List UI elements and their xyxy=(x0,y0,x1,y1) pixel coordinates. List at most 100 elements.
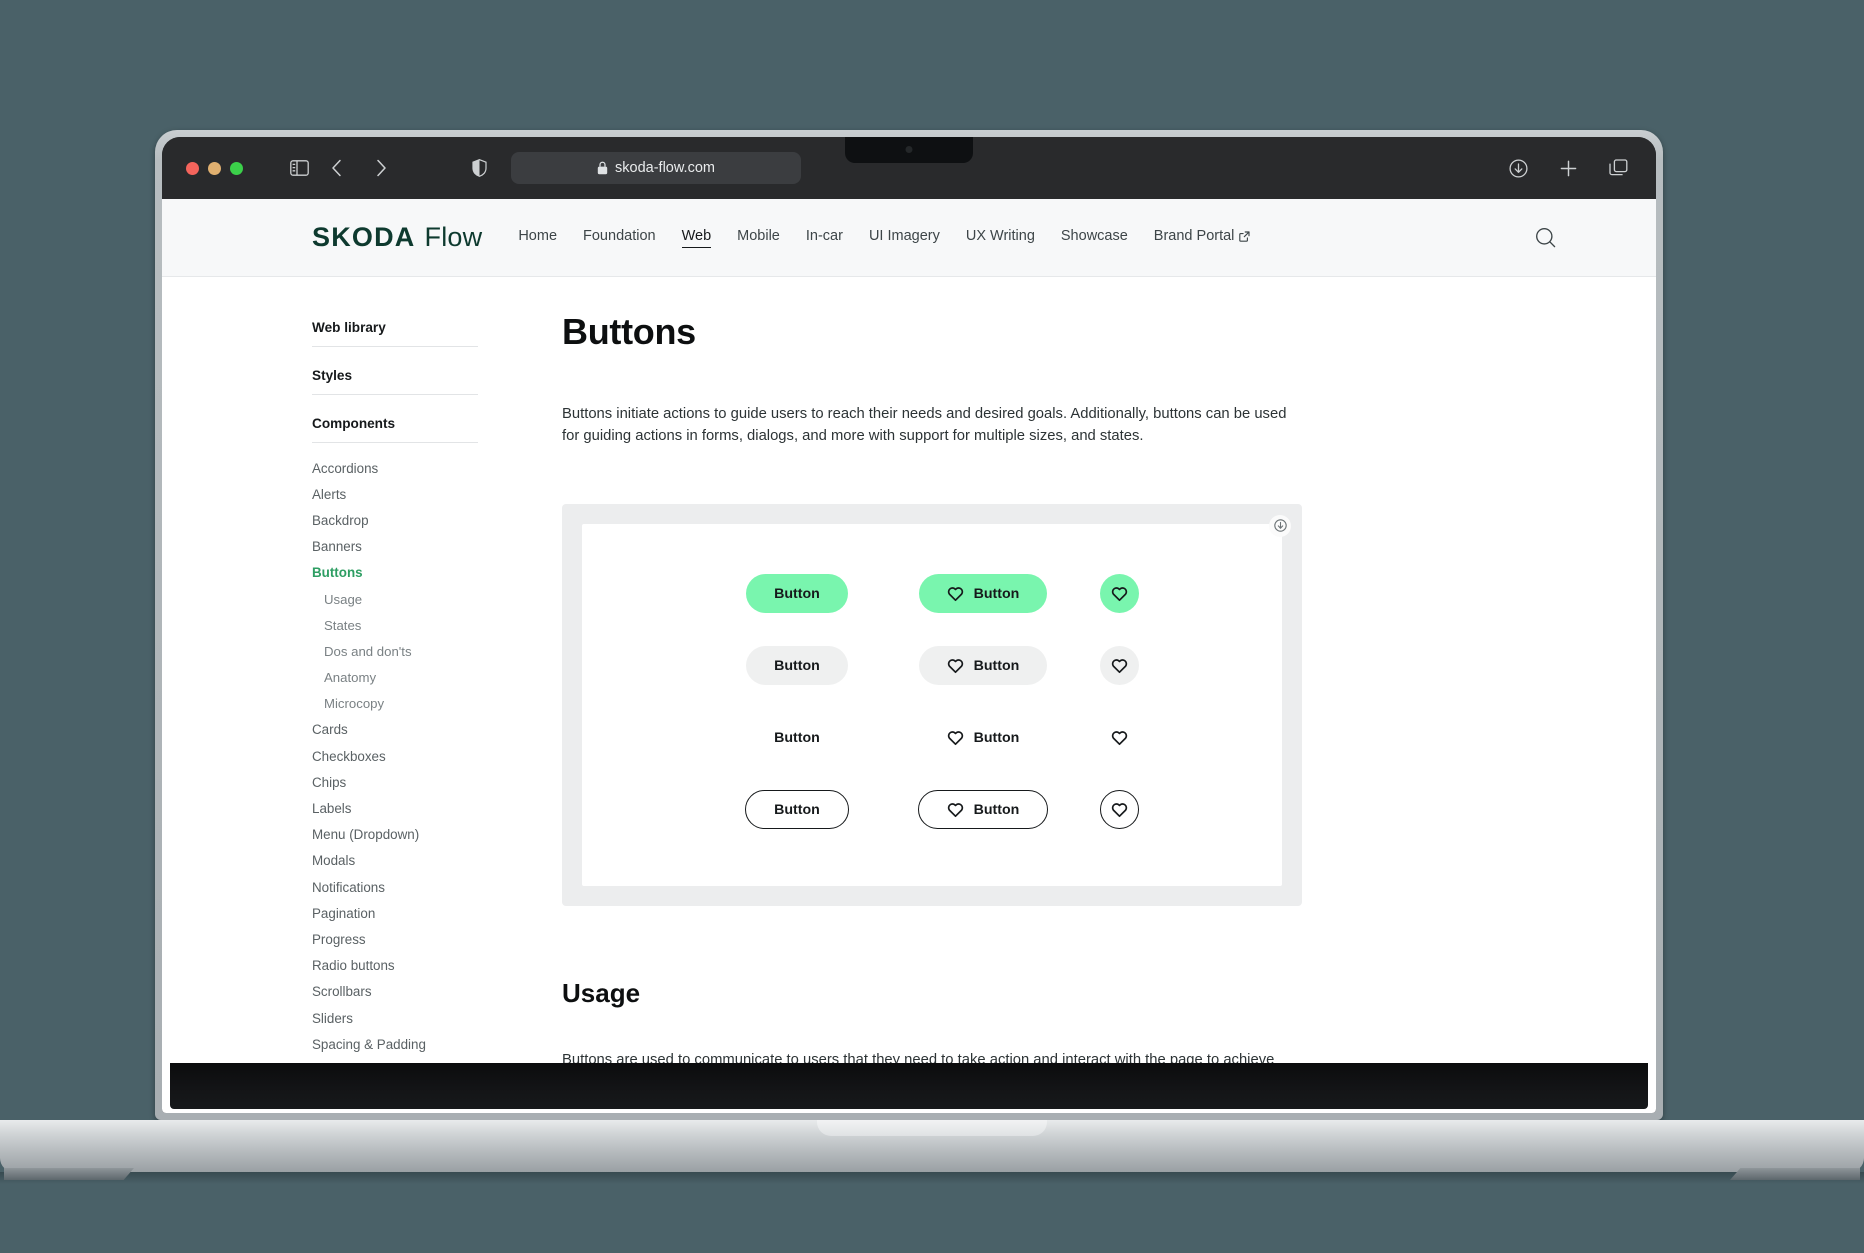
sidebar-item-text-input-fields[interactable]: Text input fields xyxy=(312,1110,478,1113)
main-content: Buttons Buttons initiate actions to guid… xyxy=(488,311,1548,1113)
ghost-icon-button[interactable] xyxy=(1100,718,1139,757)
laptop-foot-left xyxy=(4,1168,134,1180)
nav-label: Showcase xyxy=(1060,228,1128,244)
docs-sidebar: Web library Styles Components Accordions… xyxy=(312,311,488,1113)
sidebar-item-notifications[interactable]: Notifications xyxy=(312,874,478,900)
laptop-screen-chin xyxy=(170,1063,1648,1109)
browser-right-actions xyxy=(1504,154,1632,182)
sidebar-item-menu-dropdown[interactable]: Menu (Dropdown) xyxy=(312,822,478,848)
button-label: Button xyxy=(774,585,820,602)
primary-icon-button[interactable] xyxy=(1099,574,1139,614)
main-navigation: Home Foundation Web Mobile In-car UI Ima… xyxy=(518,228,1250,248)
heart-icon xyxy=(947,730,964,746)
sidebar-item-scrollbars[interactable]: Scrollbars xyxy=(312,979,478,1005)
button-label: Button xyxy=(973,801,1020,818)
minimize-window-button[interactable] xyxy=(208,161,221,175)
intro-paragraph: Buttons initiate actions to guide users … xyxy=(562,406,1287,445)
sidebar-item-progress[interactable]: Progress xyxy=(312,926,478,952)
nav-item-mobile[interactable]: Mobile xyxy=(737,228,780,247)
forward-icon[interactable] xyxy=(367,154,395,182)
nav-label: Home xyxy=(518,228,558,244)
sidebar-icon[interactable] xyxy=(285,154,313,182)
button-label: Button xyxy=(973,657,1020,674)
shield-icon[interactable] xyxy=(465,154,493,182)
primary-button-with-icon[interactable]: Button xyxy=(918,574,1048,614)
site-header: SKODA Flow Home Foundation Web Mobile In… xyxy=(162,199,1656,277)
laptop-screen-bezel: skoda-flow.com SKODA Flow Home Foundatio… xyxy=(162,137,1656,1113)
laptop-base-shadow xyxy=(0,1172,1864,1184)
sidebar-item-banners[interactable]: Banners xyxy=(312,534,478,560)
ghost-button-with-icon[interactable]: Button xyxy=(919,718,1048,757)
maximize-window-button[interactable] xyxy=(230,161,243,175)
plus-icon[interactable] xyxy=(1554,154,1582,182)
button-label: Button xyxy=(774,801,820,818)
sidebar-item-labels[interactable]: Labels xyxy=(312,795,478,821)
sidebar-item-cards[interactable]: Cards xyxy=(312,717,478,743)
sidebar-item-alerts[interactable]: Alerts xyxy=(312,481,478,507)
nav-item-ui-imagery[interactable]: UI Imagery xyxy=(869,228,940,247)
external-link-icon xyxy=(1239,230,1250,242)
laptop-base-top xyxy=(0,1120,1864,1172)
button-row-ghost: Button Button xyxy=(717,702,1147,774)
search-icon[interactable] xyxy=(1535,227,1556,248)
sidebar-item-anatomy[interactable]: Anatomy xyxy=(312,665,478,691)
heart-icon xyxy=(947,802,964,818)
nav-label: Brand Portal xyxy=(1153,228,1235,244)
heart-icon xyxy=(1111,658,1128,674)
brand-name-primary: SKODA xyxy=(312,222,416,252)
nav-item-web[interactable]: Web xyxy=(681,228,712,248)
download-icon[interactable] xyxy=(1504,154,1532,182)
nav-item-foundation[interactable]: Foundation xyxy=(583,228,656,247)
ghost-button[interactable]: Button xyxy=(746,718,848,757)
heart-icon xyxy=(1111,586,1128,602)
secondary-button-with-icon[interactable]: Button xyxy=(918,646,1048,686)
usage-heading: Usage xyxy=(562,977,641,1008)
heart-icon xyxy=(947,658,964,674)
laptop-mockup: skoda-flow.com SKODA Flow Home Foundatio… xyxy=(155,130,1663,1120)
nav-label: UX Writing xyxy=(965,228,1035,244)
outline-button-with-icon[interactable]: Button xyxy=(917,790,1049,830)
back-icon[interactable] xyxy=(323,154,351,182)
sidebar-item-modals[interactable]: Modals xyxy=(312,848,478,874)
sidebar-item-sliders[interactable]: Sliders xyxy=(312,1005,478,1031)
list-item: Primary xyxy=(588,1112,1398,1113)
secondary-button[interactable]: Button xyxy=(746,646,848,686)
primary-button[interactable]: Button xyxy=(746,574,848,614)
sidebar-item-checkboxes[interactable]: Checkboxes xyxy=(312,743,478,769)
window-traffic-lights[interactable] xyxy=(186,161,243,175)
sidebar-item-microcopy[interactable]: Microcopy xyxy=(312,691,478,717)
button-label: Button xyxy=(973,729,1020,746)
sidebar-item-pagination[interactable]: Pagination xyxy=(312,900,478,926)
secondary-icon-button[interactable] xyxy=(1099,646,1139,686)
nav-item-brand-portal[interactable]: Brand Portal xyxy=(1154,228,1251,247)
nav-item-home[interactable]: Home xyxy=(518,228,557,247)
tabs-icon[interactable] xyxy=(1604,154,1632,182)
sidebar-item-chips[interactable]: Chips xyxy=(312,769,478,795)
close-window-button[interactable] xyxy=(186,161,199,175)
page-title: Buttons xyxy=(562,311,696,352)
sidebar-item-accordions[interactable]: Accordions xyxy=(312,455,478,481)
sidebar-item-states[interactable]: States xyxy=(312,612,478,638)
sidebar-item-usage[interactable]: Usage xyxy=(312,586,478,612)
sidebar-section-styles[interactable]: Styles xyxy=(312,359,478,395)
brand-name-secondary: Flow xyxy=(424,222,483,252)
sidebar-item-buttons[interactable]: Buttons xyxy=(312,560,478,586)
nav-label: UI Imagery xyxy=(868,228,940,244)
brand-logo[interactable]: SKODA Flow xyxy=(312,222,482,253)
sidebar-item-spacing-and-padding[interactable]: Spacing & Padding xyxy=(312,1031,478,1057)
sidebar-item-backdrop[interactable]: Backdrop xyxy=(312,507,478,533)
sidebar-item-radio-buttons[interactable]: Radio buttons xyxy=(312,953,478,979)
button-row-outline: Button Button xyxy=(717,774,1147,846)
nav-item-in-car[interactable]: In-car xyxy=(806,228,843,247)
sidebar-section-components[interactable]: Components xyxy=(312,407,478,443)
outline-button[interactable]: Button xyxy=(745,790,849,830)
sidebar-section-web-library[interactable]: Web library xyxy=(312,311,478,347)
download-circle-icon[interactable] xyxy=(1269,514,1291,537)
nav-item-showcase[interactable]: Showcase xyxy=(1061,228,1128,247)
button-showcase-card: Button Button Button Button Button Butto… xyxy=(562,503,1302,906)
button-label: Button xyxy=(973,585,1020,602)
sidebar-item-dos-and-donts[interactable]: Dos and don'ts xyxy=(312,638,478,664)
address-bar[interactable]: skoda-flow.com xyxy=(511,152,801,184)
outline-icon-button[interactable] xyxy=(1099,790,1139,830)
nav-item-ux-writing[interactable]: UX Writing xyxy=(966,228,1035,247)
